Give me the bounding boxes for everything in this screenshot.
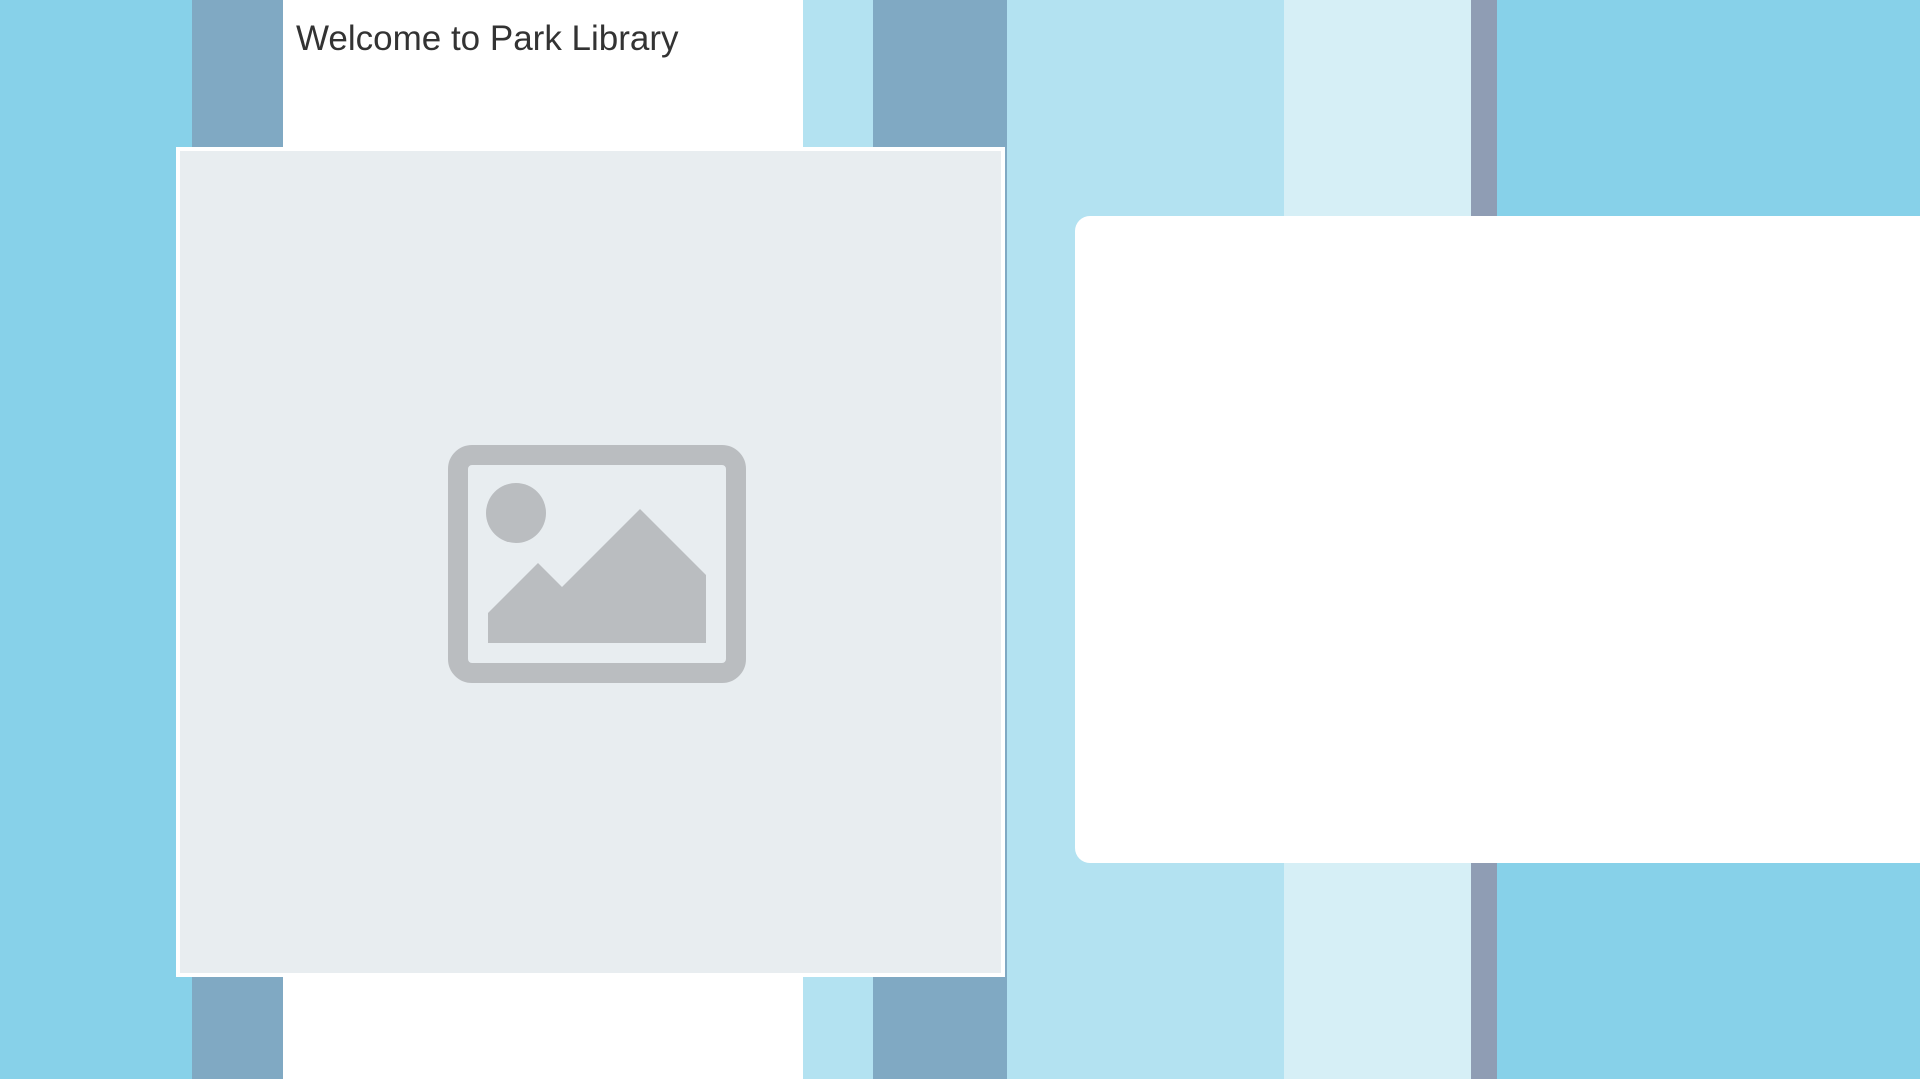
page-title: Welcome to Park Library <box>296 19 679 58</box>
page-background: Welcome to Park Library <box>0 0 1920 1079</box>
content-panel <box>1075 216 1920 863</box>
hero-image-placeholder <box>176 147 1005 977</box>
image-placeholder-icon <box>448 445 746 683</box>
background-stripe <box>0 0 192 1079</box>
